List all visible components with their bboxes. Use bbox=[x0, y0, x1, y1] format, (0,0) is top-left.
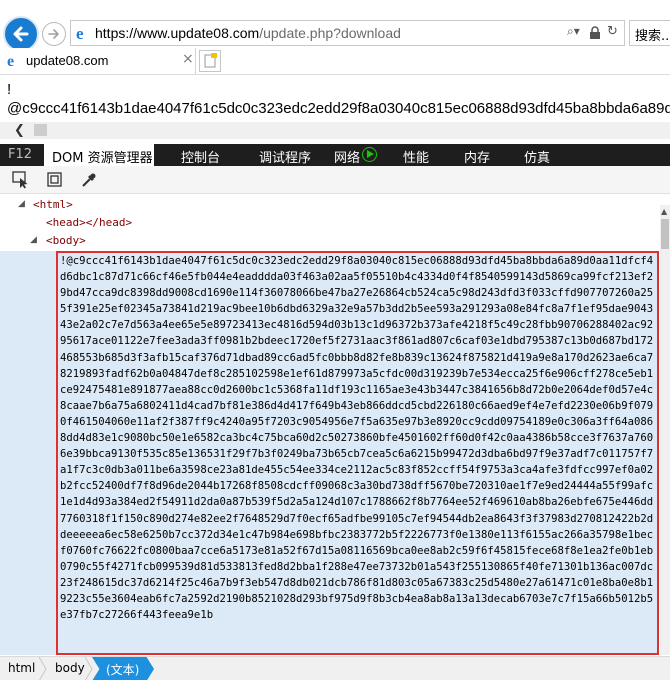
breadcrumb-body[interactable]: body bbox=[55, 661, 85, 675]
forward-button[interactable] bbox=[42, 22, 66, 46]
tab-title: update08.com bbox=[26, 53, 109, 68]
network-record-icon[interactable] bbox=[362, 147, 377, 162]
devtools-toolbar bbox=[0, 166, 670, 194]
arrow-left-icon bbox=[13, 26, 29, 42]
search-dropdown-icon[interactable]: ⌕▾ bbox=[567, 24, 580, 39]
tab-console[interactable]: 控制台 bbox=[181, 147, 220, 166]
dom-node-html[interactable]: <html> bbox=[33, 198, 73, 211]
tab-divider bbox=[0, 74, 670, 75]
page-content: ! @c9ccc41f6143b1dae4047f61c5dc0c323edc2… bbox=[7, 80, 670, 118]
search-input[interactable]: 搜索... bbox=[629, 20, 670, 46]
dom-text-node-selected[interactable]: !@c9ccc41f6143b1dae4047f61c5dc0c323edc2e… bbox=[56, 251, 659, 655]
dom-node-body[interactable]: <body> bbox=[46, 234, 86, 247]
tab-debugger[interactable]: 调试程序 bbox=[259, 147, 311, 166]
devtools-f12-label: F12 bbox=[8, 147, 33, 162]
vscrollbar-thumb[interactable] bbox=[661, 219, 669, 249]
select-element-icon[interactable] bbox=[12, 171, 30, 189]
tab-dom-explorer[interactable]: DOM 资源管理器 bbox=[44, 144, 154, 166]
page-text-line-1: ! bbox=[7, 81, 12, 98]
text-node-content: !@c9ccc41f6143b1dae4047f61c5dc0c323edc2e… bbox=[60, 255, 654, 622]
svg-text:e: e bbox=[76, 25, 84, 42]
new-tab-icon bbox=[204, 53, 217, 68]
ie-favicon-icon: e bbox=[7, 53, 14, 69]
tab-memory[interactable]: 内存 bbox=[464, 147, 490, 166]
color-picker-icon[interactable] bbox=[80, 171, 98, 189]
breadcrumb-separator-icon bbox=[84, 657, 93, 680]
tab-strip: e update08.com × bbox=[0, 48, 670, 74]
url-path: /update.php?download bbox=[259, 25, 401, 41]
arrow-right-icon bbox=[48, 29, 59, 39]
browser-tab-active[interactable]: e update08.com × bbox=[0, 48, 196, 74]
url-field[interactable]: e https://www.update08.com/update.php?do… bbox=[70, 20, 625, 46]
refresh-icon[interactable]: ↻ bbox=[607, 24, 618, 39]
tab-close-icon[interactable]: × bbox=[182, 51, 194, 67]
collapse-body-icon[interactable]: ◢ bbox=[30, 235, 37, 245]
scroll-up-icon[interactable]: ▲ bbox=[661, 207, 667, 216]
vertical-scrollbar[interactable]: ▲ bbox=[660, 205, 670, 655]
new-tab-button[interactable] bbox=[199, 50, 221, 72]
scroll-left-icon[interactable]: ❮ bbox=[14, 123, 25, 138]
horizontal-scrollbar[interactable]: ❮ bbox=[0, 122, 670, 139]
url-text: https://www.update08.com/update.php?down… bbox=[95, 25, 401, 41]
svg-text:e: e bbox=[7, 53, 14, 69]
back-button[interactable] bbox=[3, 16, 39, 52]
url-host: https://www.update08.com bbox=[95, 25, 260, 41]
collapse-html-icon[interactable]: ◢ bbox=[18, 199, 25, 209]
highlight-element-icon[interactable] bbox=[46, 171, 64, 189]
tab-emulation[interactable]: 仿真 bbox=[524, 147, 550, 166]
ie-logo-icon: e bbox=[76, 25, 84, 42]
lock-icon[interactable] bbox=[589, 26, 601, 40]
dom-tree-panel: ◢ <html> <head></head> ◢ <body> !@c9ccc4… bbox=[0, 195, 670, 655]
page-text-line-2: @c9ccc41f6143b1dae4047f61c5dc0c323edc2ed… bbox=[7, 100, 670, 117]
devtools-tab-bar: F12 DOM 资源管理器 控制台 调试程序 网络 性能 内存 仿真 bbox=[0, 144, 670, 166]
tab-performance[interactable]: 性能 bbox=[403, 147, 429, 166]
dom-node-head[interactable]: <head></head> bbox=[46, 216, 132, 229]
breadcrumb-html[interactable]: html bbox=[8, 661, 35, 675]
selection-gutter bbox=[0, 251, 56, 655]
scrollbar-thumb[interactable] bbox=[34, 124, 47, 136]
tab-network[interactable]: 网络 bbox=[334, 147, 360, 166]
search-placeholder: 搜索... bbox=[635, 29, 670, 44]
breadcrumb-separator-icon bbox=[38, 657, 47, 680]
breadcrumb: html body (文本) bbox=[0, 656, 670, 680]
breadcrumb-text-node[interactable]: (文本) bbox=[106, 661, 139, 678]
